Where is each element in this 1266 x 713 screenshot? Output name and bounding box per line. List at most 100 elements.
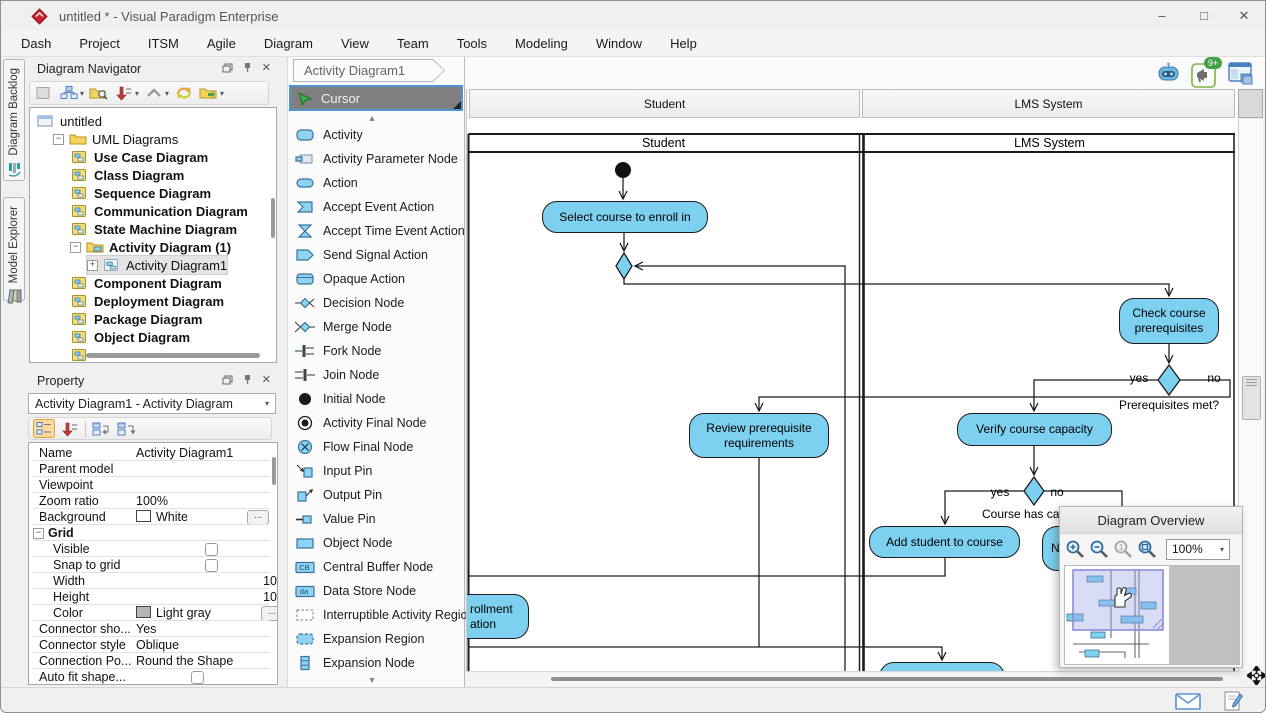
- palette-opaque-action[interactable]: Opaque Action: [289, 267, 463, 291]
- tree-hscrollbar[interactable]: [86, 353, 260, 358]
- group-by-category-icon[interactable]: ▾: [59, 85, 84, 101]
- palette-activity[interactable]: Activity: [289, 123, 463, 147]
- palette-action[interactable]: Action: [289, 171, 463, 195]
- tree-item-object-diagram[interactable]: Object Diagram: [70, 328, 190, 346]
- action-rollment-ation[interactable]: rollmentation: [466, 594, 529, 639]
- open-folder-icon[interactable]: ▾: [199, 85, 224, 101]
- sort-alphabetic-icon[interactable]: [60, 421, 80, 437]
- pin-icon[interactable]: [243, 374, 252, 385]
- menu-window[interactable]: Window: [582, 31, 656, 57]
- tree-item-communication-diagram[interactable]: Communication Diagram: [70, 202, 248, 220]
- maximize-button[interactable]: □: [1189, 5, 1219, 27]
- palette-expansion-node[interactable]: Expansion Node: [289, 651, 463, 675]
- tree-item-partial[interactable]: [70, 346, 94, 363]
- overview-zoom-select[interactable]: 100%▾: [1166, 539, 1230, 560]
- actual-size-icon[interactable]: 1: [1113, 539, 1134, 559]
- palette-decision-node[interactable]: Decision Node: [289, 291, 463, 315]
- menu-project[interactable]: Project: [65, 31, 133, 57]
- palette-object-node[interactable]: Object Node: [289, 531, 463, 555]
- minimize-button[interactable]: –: [1147, 5, 1177, 27]
- canvas-hscrollbar[interactable]: [466, 671, 1238, 686]
- tree-item-untitled[interactable]: untitled: [36, 112, 102, 130]
- menu-modeling[interactable]: Modeling: [501, 31, 582, 57]
- tree-toggle-icon[interactable]: +: [87, 260, 98, 271]
- palette-cursor-tool[interactable]: Cursor: [289, 85, 463, 111]
- checkbox[interactable]: [205, 559, 218, 572]
- tab-activity-diagram1[interactable]: Activity Diagram1: [293, 59, 445, 82]
- property-value[interactable]: Round the Shape: [136, 654, 233, 668]
- overview-thumbnail[interactable]: [1064, 565, 1240, 665]
- palette-activity-parameter-node[interactable]: Activity Parameter Node: [289, 147, 463, 171]
- property-value[interactable]: Light gray: [136, 606, 211, 620]
- decision-node[interactable]: [1158, 365, 1180, 395]
- refresh-icon[interactable]: [174, 85, 194, 101]
- palette-interruptible-activity-region[interactable]: Interruptible Activity Region: [289, 603, 463, 627]
- menu-itsm[interactable]: ITSM: [134, 31, 193, 57]
- tree-toggle-icon[interactable]: −: [70, 242, 81, 253]
- vscroll-thumb[interactable]: [1242, 376, 1261, 420]
- menu-help[interactable]: Help: [656, 31, 711, 57]
- palette-send-signal-action[interactable]: Send Signal Action: [289, 243, 463, 267]
- lane-title-student[interactable]: Student: [468, 135, 859, 151]
- property-value[interactable]: 100%: [136, 494, 168, 508]
- close-panel-icon[interactable]: ✕: [262, 373, 271, 386]
- tree-item-component-diagram[interactable]: Component Diagram: [70, 274, 222, 292]
- categorized-view-icon[interactable]: [33, 419, 55, 438]
- initial-node[interactable]: [615, 162, 631, 178]
- pan-mode-icon[interactable]: [1247, 666, 1266, 685]
- action-check-course-prerequisites[interactable]: Check courseprerequisites: [1119, 298, 1219, 344]
- property-value[interactable]: White: [136, 510, 188, 524]
- palette-scroll-up-icon[interactable]: ▲: [365, 114, 379, 122]
- palette-expansion-region[interactable]: Expansion Region: [289, 627, 463, 651]
- ellipsis-button[interactable]: ...: [261, 606, 278, 621]
- property-value[interactable]: Activity Diagram1: [136, 446, 233, 460]
- property-value[interactable]: 10: [263, 590, 277, 604]
- expand-all-icon[interactable]: [91, 421, 111, 437]
- palette-accept-time-event-action[interactable]: Accept Time Event Action: [289, 219, 463, 243]
- ai-assistant-icon[interactable]: [1156, 61, 1181, 85]
- new-diagram-icon[interactable]: [34, 85, 54, 101]
- property-target-select[interactable]: Activity Diagram1 - Activity Diagram▾: [28, 393, 276, 414]
- palette-initial-node[interactable]: Initial Node: [289, 387, 463, 411]
- tree-toggle-icon[interactable]: −: [53, 134, 64, 145]
- palette-output-pin[interactable]: Output Pin: [289, 483, 463, 507]
- action-verify-course-capacity[interactable]: Verify course capacity: [957, 413, 1112, 446]
- notes-icon[interactable]: [1223, 690, 1243, 712]
- tree-item-state-machine-diagram[interactable]: State Machine Diagram: [70, 220, 237, 238]
- palette-data-store-node[interactable]: daData Store Node: [289, 579, 463, 603]
- close-panel-icon[interactable]: ✕: [262, 61, 271, 74]
- menu-tools[interactable]: Tools: [443, 31, 501, 57]
- tree-item-activity-diagram1[interactable]: +Activity Diagram1: [87, 256, 227, 274]
- palette-fork-node[interactable]: Fork Node: [289, 339, 463, 363]
- tab-diagram-backlog[interactable]: Diagram Backlog: [3, 59, 25, 181]
- palette-join-node[interactable]: Join Node: [289, 363, 463, 387]
- property-value[interactable]: Oblique: [136, 638, 179, 652]
- decision-node[interactable]: [616, 253, 632, 279]
- tree-item-uml-diagrams[interactable]: −UML Diagrams: [53, 130, 178, 148]
- palette-accept-event-action[interactable]: Accept Event Action: [289, 195, 463, 219]
- palette-flow-final-node[interactable]: Flow Final Node: [289, 435, 463, 459]
- zoom-in-icon[interactable]: [1065, 539, 1086, 559]
- pin-icon[interactable]: [243, 62, 252, 73]
- checkbox[interactable]: [205, 543, 218, 556]
- hscroll-thumb[interactable]: [551, 677, 1223, 681]
- float-panel-icon[interactable]: [222, 63, 233, 73]
- action-add-student-to-course[interactable]: Add student to course: [869, 526, 1020, 558]
- palette-scroll-down-icon[interactable]: ▼: [365, 676, 379, 684]
- tab-model-explorer[interactable]: Model Explorer: [3, 197, 25, 301]
- panel-layout-icon[interactable]: [1228, 61, 1254, 85]
- palette-merge-node[interactable]: Merge Node: [289, 315, 463, 339]
- mail-icon[interactable]: [1175, 693, 1201, 710]
- group-toggle-icon[interactable]: −: [33, 528, 44, 539]
- float-panel-icon[interactable]: [222, 375, 233, 385]
- announcements-icon[interactable]: 9+: [1191, 61, 1218, 88]
- tree-item-class-diagram[interactable]: Class Diagram: [70, 166, 184, 184]
- sort-icon[interactable]: ▾: [114, 85, 139, 101]
- checkbox[interactable]: [191, 671, 204, 684]
- menu-diagram[interactable]: Diagram: [250, 31, 327, 57]
- close-button[interactable]: ✕: [1229, 5, 1259, 27]
- zoom-fit-icon[interactable]: [1137, 539, 1158, 559]
- lane-title-lms-system[interactable]: LMS System: [864, 135, 1235, 151]
- tree-item-sequence-diagram[interactable]: Sequence Diagram: [70, 184, 211, 202]
- tree-item-deployment-diagram[interactable]: Deployment Diagram: [70, 292, 224, 310]
